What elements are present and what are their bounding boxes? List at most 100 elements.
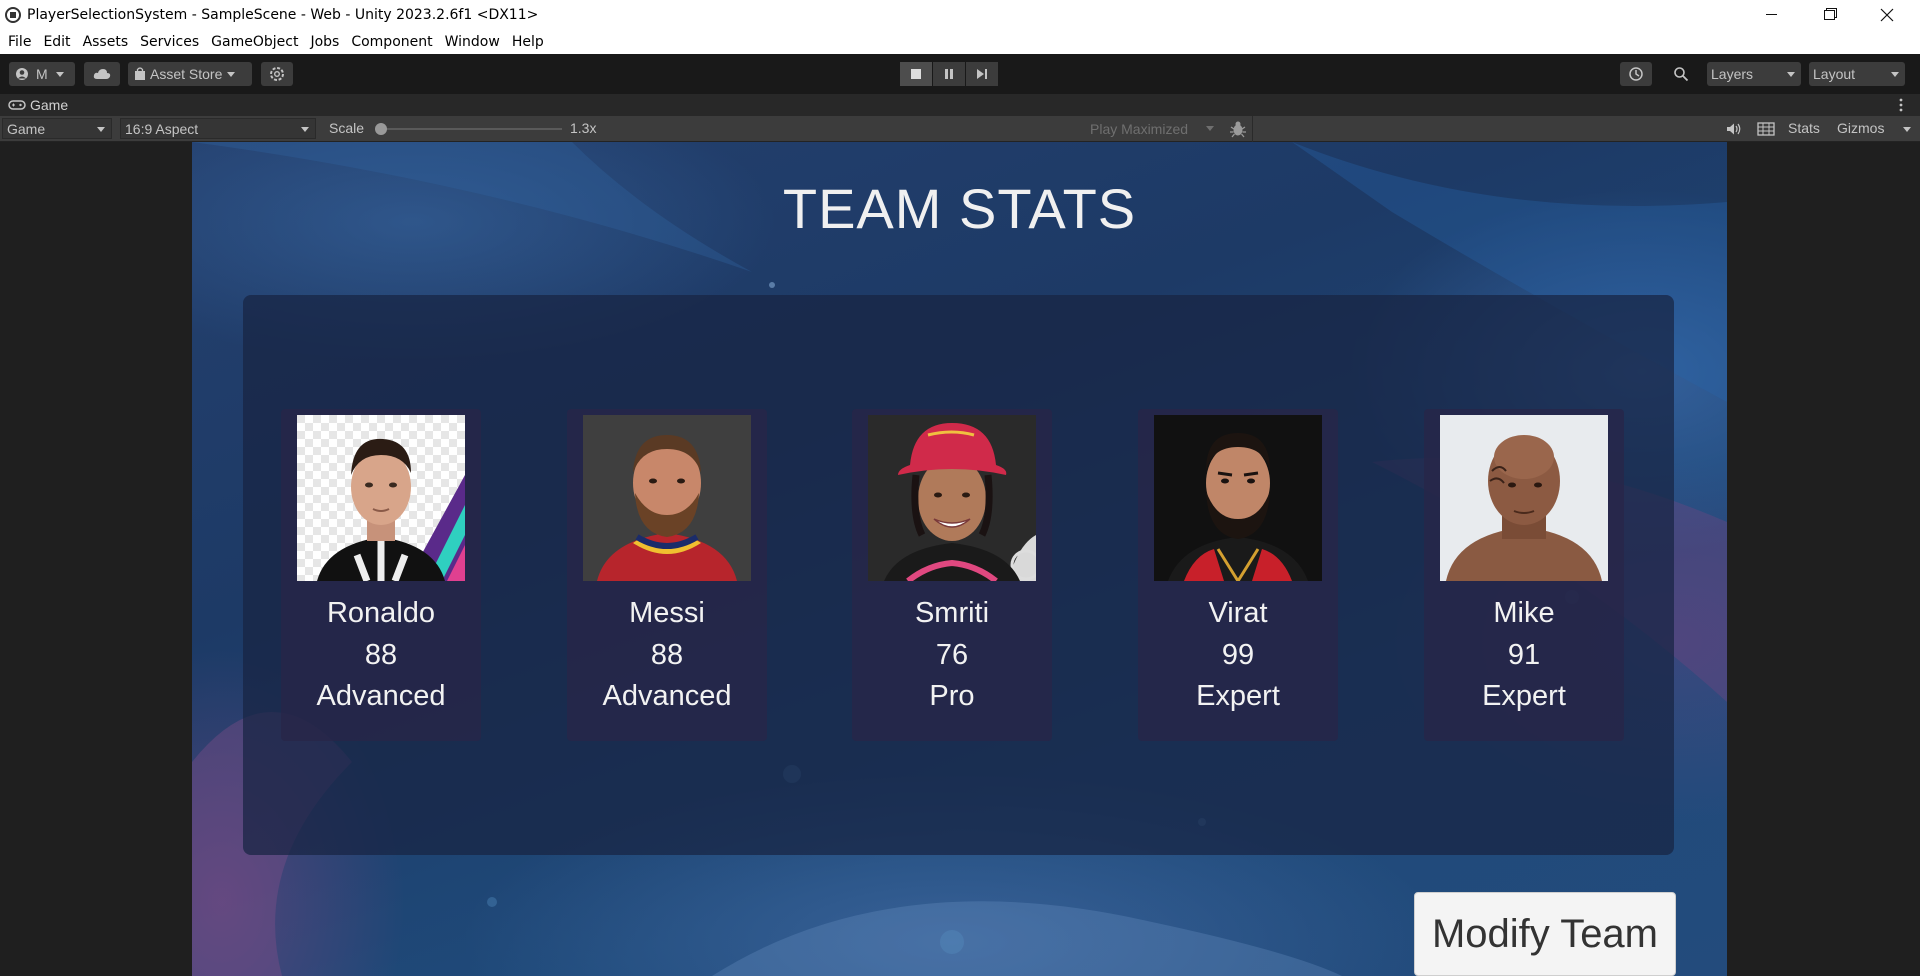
cloud-icon	[93, 69, 111, 79]
search-icon	[1674, 67, 1689, 82]
stop-icon	[911, 69, 921, 79]
player-portrait-image	[868, 415, 1036, 581]
menu-gameobject[interactable]: GameObject	[205, 34, 304, 50]
layers-dropdown[interactable]: Layers	[1707, 62, 1801, 86]
player-rating: 88	[364, 639, 398, 671]
shopping-bag-icon	[135, 67, 145, 80]
layout-dropdown[interactable]: Layout	[1809, 62, 1905, 86]
game-scene: TEAM STATS Ronaldo 88 Advanced Messi 88 …	[192, 142, 1727, 976]
display-label: Game	[7, 120, 46, 137]
game-view-toolbar: Game 16:9 Aspect Scale 1.3x Play Maximiz…	[0, 116, 1920, 142]
player-name: Mike	[1493, 597, 1555, 629]
scale-slider-thumb[interactable]	[375, 123, 387, 135]
chevron-down-icon	[97, 127, 105, 132]
bug-icon[interactable]	[1229, 120, 1247, 138]
player-name: Messi	[629, 597, 705, 629]
player-name: Smriti	[914, 597, 990, 629]
chevron-down-icon	[1891, 72, 1899, 77]
player-card[interactable]: Mike 91 Expert	[1424, 409, 1624, 741]
menu-window[interactable]: Window	[439, 34, 506, 50]
close-button[interactable]	[1858, 0, 1916, 29]
player-card[interactable]: Messi 88 Advanced	[567, 409, 767, 741]
menu-assets[interactable]: Assets	[77, 34, 135, 50]
player-name: Virat	[1208, 597, 1268, 629]
player-card[interactable]: Virat 99 Expert	[1138, 409, 1338, 741]
account-icon	[16, 68, 28, 80]
player-level: Expert	[1196, 680, 1280, 712]
account-dropdown[interactable]: M	[9, 62, 75, 86]
play-mode-label: Play Maximized	[1090, 120, 1189, 137]
scale-label: Scale	[329, 120, 365, 136]
history-icon	[1629, 67, 1643, 81]
player-portrait-image	[1440, 415, 1608, 581]
menu-help[interactable]: Help	[506, 34, 550, 50]
step-button[interactable]	[966, 62, 998, 86]
minimize-button[interactable]	[1742, 0, 1800, 29]
scale-slider-track[interactable]	[378, 128, 562, 130]
gamepad-icon	[8, 100, 26, 110]
modify-team-button[interactable]: Modify Team	[1414, 892, 1676, 976]
pause-button[interactable]	[933, 62, 965, 86]
player-level: Expert	[1482, 680, 1566, 712]
asset-store-dropdown[interactable]: Asset Store	[128, 62, 252, 86]
player-portrait-image	[583, 415, 751, 581]
restore-button[interactable]	[1800, 0, 1858, 29]
player-card[interactable]: Ronaldo 88 Advanced	[281, 409, 481, 741]
title-bar: PlayerSelectionSystem - SampleScene - We…	[0, 0, 1920, 29]
window-title: PlayerSelectionSystem - SampleScene - We…	[27, 6, 539, 23]
account-label: M	[36, 66, 48, 82]
stop-button[interactable]	[900, 62, 932, 86]
player-photo	[583, 415, 751, 581]
menu-edit[interactable]: Edit	[37, 34, 76, 50]
pause-icon	[945, 69, 953, 79]
player-level: Advanced	[316, 680, 446, 712]
gear-icon	[270, 67, 284, 81]
tab-game-label: Game	[30, 97, 69, 113]
menu-component[interactable]: Component	[345, 34, 438, 50]
chevron-down-icon	[227, 71, 236, 77]
player-rating: 99	[1221, 639, 1255, 671]
player-portrait-image	[1154, 415, 1322, 581]
more-options-icon[interactable]	[1899, 98, 1903, 112]
main-toolbar: M Asset Store Layers Layout	[0, 54, 1920, 94]
layout-label: Layout	[1813, 66, 1856, 82]
history-button[interactable]	[1620, 62, 1652, 86]
chevron-down-icon	[1787, 72, 1795, 77]
team-stats-panel: Ronaldo 88 Advanced Messi 88 Advanced Sm…	[243, 295, 1674, 855]
grid-icon[interactable]	[1757, 122, 1775, 136]
menu-bar: File Edit Assets Services GameObject Job…	[0, 29, 1920, 54]
gizmos-chevron-down-icon[interactable]	[1903, 127, 1911, 132]
menu-file[interactable]: File	[2, 34, 37, 50]
player-rating: 91	[1507, 639, 1541, 671]
asset-store-label: Asset Store	[150, 66, 223, 82]
player-name: Ronaldo	[326, 597, 436, 629]
stats-button[interactable]: Stats	[1788, 120, 1820, 136]
chevron-down-icon	[55, 71, 64, 77]
player-photo	[1154, 415, 1322, 581]
play-mode-dropdown[interactable]: Play Maximized	[1086, 118, 1220, 139]
settings-button[interactable]	[261, 62, 293, 86]
chevron-down-icon	[301, 127, 309, 132]
tab-game[interactable]: Game	[8, 97, 68, 113]
team-stats-title: TEAM STATS	[782, 177, 1137, 240]
speaker-icon[interactable]	[1726, 122, 1742, 136]
step-forward-icon	[977, 69, 987, 79]
player-photo	[297, 415, 465, 581]
display-dropdown[interactable]: Game	[2, 118, 112, 139]
menu-services[interactable]: Services	[134, 34, 205, 50]
menu-jobs[interactable]: Jobs	[304, 34, 345, 50]
player-level: Advanced	[602, 680, 732, 712]
player-portrait-image	[297, 415, 465, 581]
player-level: Pro	[929, 680, 975, 712]
gizmos-button[interactable]: Gizmos	[1837, 120, 1884, 136]
search-button[interactable]	[1666, 62, 1696, 86]
player-card[interactable]: Smriti 76 Pro	[852, 409, 1052, 741]
game-tab-bar: Game	[0, 94, 1920, 116]
player-rating: 76	[935, 639, 969, 671]
play-controls	[900, 62, 999, 86]
player-rating: 88	[650, 639, 684, 671]
aspect-dropdown[interactable]: 16:9 Aspect	[120, 118, 316, 139]
cloud-button[interactable]	[84, 62, 120, 86]
unity-logo-icon	[5, 6, 21, 23]
player-photo	[868, 415, 1036, 581]
